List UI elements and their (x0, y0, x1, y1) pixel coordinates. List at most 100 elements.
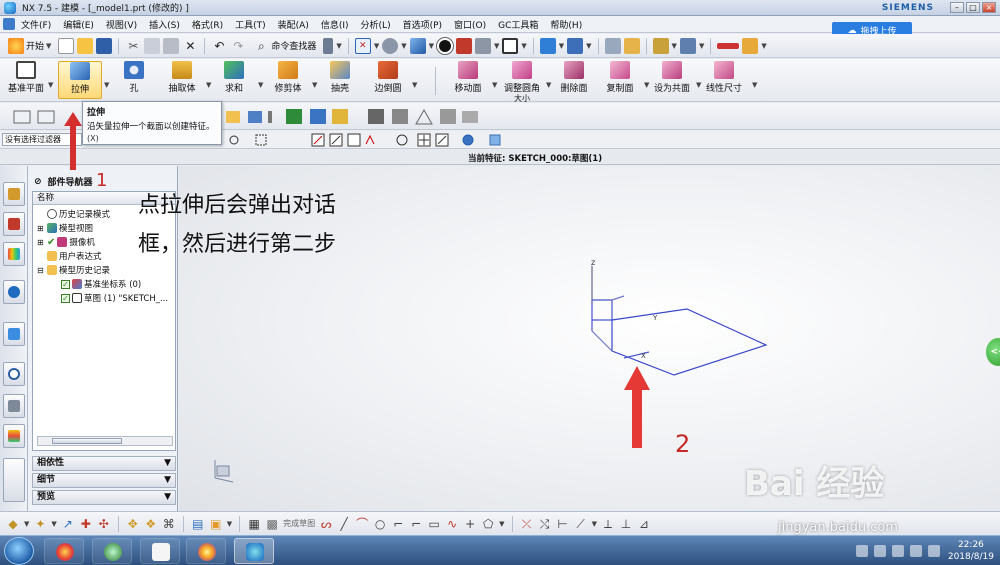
snap-icon[interactable]: ◆ (6, 517, 20, 531)
tree-item-user-expressions[interactable]: 用户表达式 (37, 250, 102, 262)
chevron-down-icon[interactable]: ▼ (492, 81, 497, 89)
transform-icon[interactable]: ⌘ (162, 517, 176, 531)
toolbar-options-icon[interactable] (323, 37, 334, 54)
render-style-icon[interactable] (435, 36, 454, 55)
scroll-thumb[interactable] (52, 438, 122, 444)
tree-item-cameras[interactable]: ⊞ ✔ 摄像机 (37, 236, 95, 249)
menu-tools[interactable]: 工具(T) (229, 18, 272, 31)
preview-panel[interactable]: 预览 ▼ (32, 490, 176, 505)
csys-icon[interactable]: ✣ (97, 517, 111, 531)
open-folder-icon[interactable] (77, 37, 94, 54)
circle-icon[interactable]: ○ (373, 517, 387, 531)
details-panel[interactable]: 细节 ▼ (32, 473, 176, 488)
collapse-icon[interactable]: ⊟ (37, 266, 45, 275)
background-icon[interactable] (502, 37, 519, 54)
assembly-navigator-tab[interactable] (3, 182, 25, 206)
resize-blend-button[interactable]: 调整圆角 大小 (500, 61, 544, 104)
chevron-down-icon[interactable]: ▼ (48, 81, 53, 89)
paste-icon[interactable] (163, 37, 180, 54)
rotate-view-icon[interactable] (382, 37, 399, 54)
quick-trim-icon[interactable]: ⤫ (520, 517, 534, 531)
minimize-button[interactable]: – (950, 2, 964, 13)
tray-icon[interactable] (910, 545, 922, 557)
part-navigator-tab[interactable] (3, 242, 25, 266)
point-icon[interactable]: ✦ (33, 517, 47, 531)
constraint-navigator-tab[interactable] (3, 212, 25, 236)
color-icon[interactable]: ▣ (209, 517, 223, 531)
visibility-checkbox[interactable]: ✓ (61, 293, 70, 303)
visibility-checkbox[interactable]: ✓ (61, 279, 70, 289)
chevron-down-icon[interactable]: ▼ (696, 81, 701, 89)
show-hide-icon[interactable] (623, 37, 640, 54)
role-tab[interactable] (3, 424, 25, 448)
hole-button[interactable]: 孔 (112, 61, 156, 94)
menu-view[interactable]: 视图(V) (100, 18, 143, 31)
sketch-task-icon[interactable]: ▦ (247, 517, 261, 531)
tree-item-model-views[interactable]: ⊞ 模型视图 (37, 222, 93, 234)
redo-icon[interactable]: ↷ (230, 38, 246, 54)
chevron-down-icon[interactable]: ▼ (258, 81, 263, 89)
menu-analysis[interactable]: 分析(L) (355, 18, 397, 31)
dimension-icon[interactable]: ⟂ (601, 517, 615, 531)
mirror-icon[interactable]: ⟋ (574, 517, 588, 531)
finish-sketch-icon[interactable]: ▩ (265, 517, 279, 531)
datum-plane-button[interactable]: 基准平面 (4, 61, 48, 94)
offset-curve-icon[interactable]: ⬠ (481, 517, 495, 531)
taskbar-app-3[interactable] (140, 538, 180, 564)
chevron-down-icon[interactable]: ▼ (412, 81, 417, 89)
menu-help[interactable]: 帮助(H) (544, 18, 588, 31)
make-corner-icon[interactable]: ⊢ (556, 517, 570, 531)
close-button[interactable]: × (982, 2, 996, 13)
tray-icon[interactable] (874, 545, 886, 557)
start-menu-button[interactable]: 开始 ▼ (4, 37, 55, 54)
edge-blend-button[interactable]: 边倒圆 (366, 61, 410, 94)
display-icon[interactable]: ▤ (191, 517, 205, 531)
chevron-down-icon[interactable]: ▼ (104, 81, 109, 89)
move-face-button[interactable]: 移动面 (446, 61, 490, 94)
linear-dimension-button[interactable]: 线性尺寸 (702, 61, 746, 94)
volume-icon[interactable] (928, 545, 940, 557)
line-icon[interactable]: ╱ (337, 517, 351, 531)
fillet-icon[interactable]: ⌐ (391, 517, 405, 531)
cut-icon[interactable]: ✂ (125, 38, 141, 54)
auto-constrain-icon[interactable]: ⊿ (637, 517, 651, 531)
layer-icon[interactable] (604, 37, 621, 54)
tree-item-history-mode[interactable]: 历史记录模式 (37, 208, 110, 220)
chevron-down-icon[interactable]: ▼ (312, 81, 317, 89)
delete-face-button[interactable]: 删除面 (552, 61, 596, 94)
new-file-icon[interactable] (58, 37, 75, 54)
ruler-icon[interactable] (717, 42, 740, 49)
rectangle-icon[interactable]: ▭ (427, 517, 441, 531)
menu-window[interactable]: 窗口(O) (448, 18, 492, 31)
hidden-edge-icon[interactable] (474, 37, 491, 54)
dependencies-panel[interactable]: 相依性 ▼ (32, 456, 176, 471)
system-materials-tab[interactable] (3, 394, 25, 418)
menu-information[interactable]: 信息(I) (315, 18, 355, 31)
menu-file[interactable]: 文件(F) (15, 18, 57, 31)
plane-icon[interactable]: ✚ (79, 517, 93, 531)
tree-horizontal-scrollbar[interactable] (37, 436, 173, 446)
move-object-icon[interactable]: ✥ (126, 517, 140, 531)
constraint-icon[interactable]: ⊥ (619, 517, 633, 531)
menu-preferences[interactable]: 首选项(P) (397, 18, 448, 31)
chevron-down-icon[interactable]: ▼ (644, 81, 649, 89)
studio-spline-icon[interactable]: ∿ (445, 517, 459, 531)
menu-format[interactable]: 格式(R) (186, 18, 229, 31)
chevron-down-icon[interactable]: ▼ (546, 81, 551, 89)
taskbar-app-paint[interactable] (186, 538, 226, 564)
measure-icon[interactable] (652, 37, 669, 54)
tree-item-model-history[interactable]: ⊟ 模型历史记录 (37, 264, 110, 276)
menu-gc-toolbox[interactable]: GC工具箱 (492, 18, 544, 31)
reuse-library-tab[interactable] (3, 280, 25, 304)
unite-button[interactable]: 求和 (212, 61, 256, 94)
profile-icon[interactable]: ᔕ (319, 517, 333, 531)
copy-icon[interactable] (144, 37, 161, 54)
web-browser-tab[interactable] (3, 322, 25, 346)
command-finder-button[interactable]: ⌕ 命令查找器 (249, 38, 320, 54)
copy-face-button[interactable]: 复制面 (598, 61, 642, 94)
tree-item-sketch[interactable]: ✓ 草图 (1) "SKETCH_... (61, 292, 168, 304)
history-tab[interactable] (3, 362, 25, 386)
chevron-down-icon[interactable]: ▼ (206, 81, 211, 89)
undo-icon[interactable]: ↶ (211, 38, 227, 54)
save-icon[interactable] (96, 37, 113, 54)
